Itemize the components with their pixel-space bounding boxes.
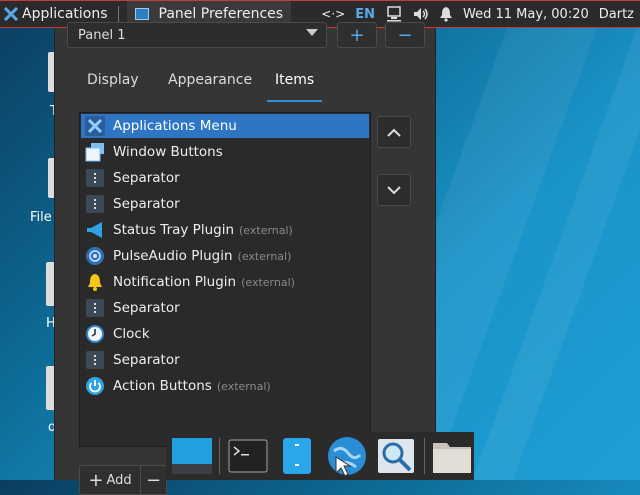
external-tag: (external) (216, 379, 271, 393)
desktop-icon-label: File (30, 210, 52, 225)
plus-icon: + (88, 469, 104, 491)
tab-display[interactable]: Display (79, 64, 147, 100)
file-manager-icon[interactable] (276, 434, 319, 478)
terminal-icon[interactable] (226, 434, 269, 478)
item-label: Separator (113, 352, 180, 368)
separator-icon (85, 350, 105, 370)
list-item[interactable]: Separator (81, 192, 369, 216)
item-label: Clock (113, 326, 150, 342)
window-icon (134, 8, 149, 20)
item-label: Separator (113, 170, 180, 186)
panel-preferences-dialog: Panel 1 + − Display Appearance Items App… (54, 22, 436, 495)
tab-items[interactable]: Items (267, 64, 323, 103)
item-label: Window Buttons (113, 144, 223, 160)
tab-bar: Display Appearance Items (65, 64, 425, 103)
list-item[interactable]: Action Buttons (external) (81, 374, 369, 398)
clock-icon (85, 324, 105, 344)
folder-icon[interactable] (431, 434, 474, 478)
audio-icon (85, 246, 105, 266)
list-item[interactable]: Status Tray Plugin (external) (81, 218, 369, 242)
add-item-button[interactable]: + Add (79, 465, 141, 495)
add-panel-button[interactable]: + (337, 22, 377, 48)
item-label: Separator (113, 300, 180, 316)
external-tag: (external) (237, 249, 292, 263)
items-tab-body: Applications Menu Window Buttons Separat… (65, 102, 425, 495)
list-item[interactable]: PulseAudio Plugin (external) (81, 244, 369, 268)
remove-item-button[interactable]: − (141, 465, 167, 495)
applications-label: Applications (22, 6, 108, 22)
panel-selector[interactable]: Panel 1 (67, 22, 327, 48)
move-up-button[interactable] (377, 116, 411, 148)
item-label: Separator (113, 196, 180, 212)
chevron-down-icon (387, 185, 401, 194)
minus-icon: − (397, 24, 413, 46)
power-icon (85, 376, 105, 396)
minus-icon: − (145, 469, 162, 491)
volume-icon[interactable] (413, 7, 429, 21)
bottom-dock (166, 432, 474, 480)
web-browser-icon[interactable] (325, 434, 368, 478)
external-tag: (external) (239, 223, 293, 237)
notification-bell-icon[interactable] (439, 6, 453, 22)
window-title: Panel Preferences (158, 6, 284, 22)
windows-icon (85, 142, 105, 162)
panel-separator (117, 6, 119, 22)
separator-icon (85, 194, 105, 214)
item-label: Notification Plugin (113, 274, 237, 290)
xfce-logo-icon (4, 7, 18, 21)
list-item[interactable]: Separator (81, 166, 369, 190)
keyboard-layout[interactable]: EN (355, 7, 375, 22)
chevron-up-icon (387, 128, 401, 137)
list-item[interactable]: Window Buttons (81, 140, 369, 164)
tab-appearance[interactable]: Appearance (160, 64, 260, 100)
separator-icon (85, 298, 105, 318)
dock-separator (219, 438, 221, 474)
move-down-button[interactable] (377, 174, 411, 206)
network-arrows-icon[interactable]: <·> (321, 7, 345, 21)
item-label: Status Tray Plugin (113, 222, 234, 238)
item-label: PulseAudio Plugin (113, 248, 233, 264)
add-label: Add (106, 472, 132, 488)
list-actions: + Add − (79, 465, 167, 495)
list-item[interactable]: Notification Plugin (external) (81, 270, 369, 294)
chevron-down-icon (306, 29, 318, 36)
list-item[interactable]: Separator (81, 296, 369, 320)
megaphone-icon (85, 220, 105, 240)
list-item[interactable]: Clock (81, 322, 369, 346)
list-item[interactable]: Separator (81, 348, 369, 372)
items-list[interactable]: Applications Menu Window Buttons Separat… (79, 112, 371, 447)
network-icon[interactable] (385, 6, 403, 22)
item-label: Action Buttons (113, 378, 212, 394)
list-item[interactable]: Applications Menu (81, 114, 369, 138)
panel-clock[interactable]: Wed 11 May, 00:20 (463, 7, 589, 22)
remove-panel-button[interactable]: − (385, 22, 425, 48)
dock-separator (423, 438, 425, 474)
app-finder-icon[interactable] (374, 434, 417, 478)
plus-icon: + (349, 24, 365, 46)
item-label: Applications Menu (113, 118, 237, 134)
bell-icon (85, 272, 105, 292)
separator-icon (85, 168, 105, 188)
xfce-menu-icon (85, 116, 105, 136)
panel-selector-value: Panel 1 (78, 27, 126, 43)
external-tag: (external) (241, 275, 295, 289)
show-desktop-icon[interactable] (170, 434, 213, 478)
user-name[interactable]: Dartz (599, 7, 634, 22)
system-tray: <·> EN Wed 11 May, 00:20 Dartz (321, 6, 640, 22)
